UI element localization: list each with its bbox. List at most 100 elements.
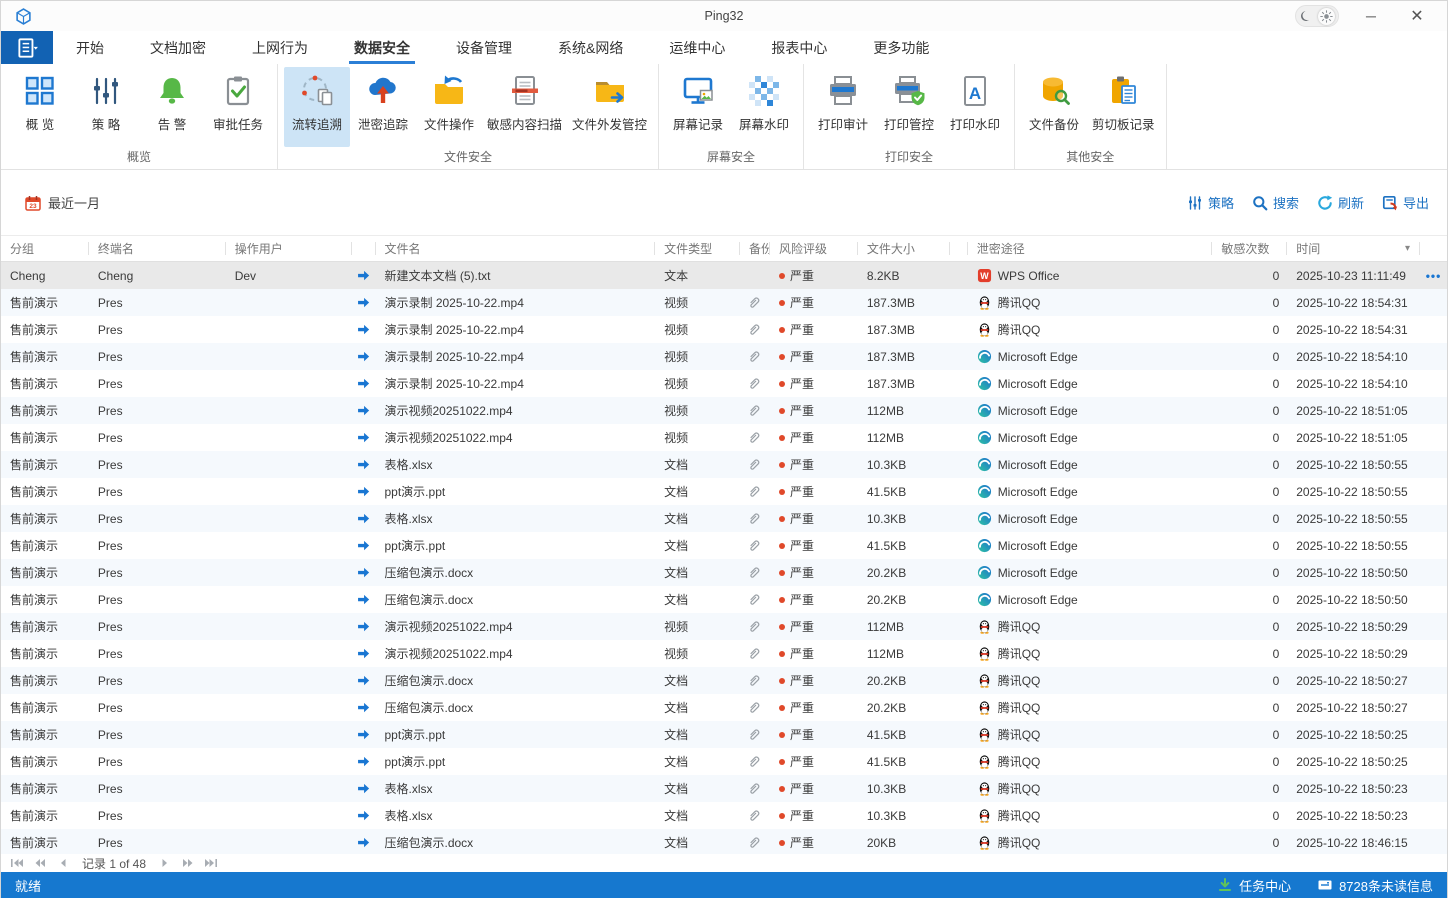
table-row[interactable]: 售前演示 Pres ppt演示.ppt 文档 严重 41.5KB 腾讯QQ 0 2025-10-…	[1, 748, 1447, 775]
cell-group: 售前演示	[10, 485, 59, 499]
ribbon-button-file-outgoing-control[interactable]: 文件外发管控	[567, 67, 652, 147]
risk-label: 严重	[789, 647, 814, 661]
ribbon-button-file-backup[interactable]: 文件备份	[1021, 67, 1087, 147]
column-header-user[interactable]: 操作用户	[226, 236, 352, 261]
tab-system-network[interactable]: 系统&网络	[535, 31, 646, 64]
nav-prev-button[interactable]	[55, 857, 71, 869]
close-button[interactable]: ✕	[1403, 5, 1431, 27]
filter-bar: 最近一月 策略 搜索 刷新 导出	[1, 170, 1447, 235]
theme-toggle[interactable]	[1295, 5, 1339, 27]
cell-risk: 严重	[770, 289, 858, 316]
column-header-count[interactable]: 敏感次数	[1212, 236, 1288, 261]
date-range-filter[interactable]: 最近一月	[25, 193, 100, 212]
unread-messages-button[interactable]: 8728条未读信息	[1317, 876, 1433, 895]
row-more-button[interactable]: •••	[1426, 269, 1442, 283]
cell-size: 187.3MB	[866, 349, 915, 364]
tab-data-security[interactable]: 数据安全	[331, 31, 433, 64]
table-row[interactable]: 售前演示 Pres 压缩包演示.docx 文档 严重 20.2KB 腾讯QQ 0 2025-10…	[1, 694, 1447, 721]
tab-internet-behavior[interactable]: 上网行为	[229, 31, 331, 64]
filter-action-policy[interactable]: 策略	[1187, 193, 1234, 212]
table-row[interactable]: 售前演示 Pres 压缩包演示.docx 文档 严重 20KB 腾讯QQ 0 2025-10-2…	[1, 829, 1447, 854]
tab-more-features[interactable]: 更多功能	[850, 31, 952, 64]
ribbon-button-print-audit[interactable]: 打印审计	[810, 67, 876, 147]
column-header-group[interactable]: 分组	[1, 236, 89, 261]
file-menu-button[interactable]	[1, 31, 53, 64]
nav-first-page-button[interactable]	[9, 857, 25, 869]
task-center-button[interactable]: 任务中心	[1217, 876, 1291, 895]
column-header-file[interactable]: 文件名	[376, 236, 656, 261]
table-row[interactable]: 售前演示 Pres 演示录制 2025-10-22.mp4 视频 严重 187.3MB 腾讯…	[1, 316, 1447, 343]
table-row[interactable]: 售前演示 Pres 表格.xlsx 文档 严重 10.3KB 腾讯QQ 0 2025-10-22…	[1, 775, 1447, 802]
cell-group: 售前演示	[10, 674, 59, 688]
table-row[interactable]: 售前演示 Pres 演示录制 2025-10-22.mp4 视频 严重 187.3MB Mi…	[1, 370, 1447, 397]
table-row[interactable]: 售前演示 Pres 压缩包演示.docx 文档 严重 20.2KB 腾讯QQ 0 2025-10…	[1, 667, 1447, 694]
ribbon-button-print-control[interactable]: 打印管控	[876, 67, 942, 147]
table-row[interactable]: 售前演示 Pres 演示录制 2025-10-22.mp4 视频 严重 187.3MB 腾讯…	[1, 289, 1447, 316]
risk-label: 严重	[789, 458, 814, 472]
column-header-time[interactable]: 时间 ▾	[1287, 236, 1420, 261]
filter-action-export[interactable]: 导出	[1382, 193, 1429, 212]
table-row[interactable]: Cheng Cheng Dev 新建文本文档 (5).txt 文本 严重 8.2KB WPS …	[1, 262, 1447, 289]
ribbon-button-flow-trace[interactable]: 流转追溯	[284, 67, 350, 147]
tab-doc-encryption[interactable]: 文档加密	[127, 31, 229, 64]
tab-start[interactable]: 开始	[53, 31, 127, 64]
column-header-size[interactable]: 文件大小	[858, 236, 950, 261]
cell-arrow	[352, 802, 376, 829]
ribbon-button-screen-watermark[interactable]: 屏幕水印	[731, 67, 797, 147]
filter-action-refresh[interactable]: 刷新	[1317, 193, 1364, 212]
minimize-button[interactable]: ─	[1357, 5, 1385, 27]
table-row[interactable]: 售前演示 Pres 表格.xlsx 文档 严重 10.3KB Microsoft Edge 0…	[1, 505, 1447, 532]
ribbon-button-approval-tasks[interactable]: 审批任务	[205, 67, 271, 147]
cell-more	[1420, 451, 1447, 478]
ribbon-button-screen-record[interactable]: 屏幕记录	[665, 67, 731, 147]
table-row[interactable]: 售前演示 Pres 演示视频20251022.mp4 视频 严重 112MB 腾讯QQ 0 20…	[1, 613, 1447, 640]
forward-arrow-icon	[356, 349, 371, 364]
table-row[interactable]: 售前演示 Pres ppt演示.ppt 文档 严重 41.5KB 腾讯QQ 0 2025-10-…	[1, 721, 1447, 748]
nav-last-page-button[interactable]	[203, 857, 219, 869]
table-row[interactable]: 售前演示 Pres 演示视频20251022.mp4 视频 严重 112MB 腾讯QQ 0 20…	[1, 640, 1447, 667]
paperclip-icon	[747, 646, 762, 661]
tab-device-management[interactable]: 设备管理	[433, 31, 535, 64]
column-header-backup[interactable]: 备份	[740, 236, 770, 261]
cell-risk: 严重	[770, 370, 858, 397]
ribbon-button-overview[interactable]: 概 览	[7, 67, 73, 147]
table-row[interactable]: 售前演示 Pres 演示视频20251022.mp4 视频 严重 112MB Microso…	[1, 424, 1447, 451]
table-row[interactable]: 售前演示 Pres 压缩包演示.docx 文档 严重 20.2KB Microsoft Ed…	[1, 586, 1447, 613]
table-row[interactable]: 售前演示 Pres ppt演示.ppt 文档 严重 41.5KB Microsoft Edg…	[1, 478, 1447, 505]
ribbon-button-policy[interactable]: 策 略	[73, 67, 139, 147]
column-header-risk[interactable]: 风险评级	[770, 236, 858, 261]
tab-label: 文档加密	[150, 39, 206, 56]
column-header-channel[interactable]: 泄密途径	[968, 236, 1213, 261]
table-row[interactable]: 售前演示 Pres 演示录制 2025-10-22.mp4 视频 严重 187.3MB Mi…	[1, 343, 1447, 370]
ribbon-button-file-operations[interactable]: 文件操作	[416, 67, 482, 147]
filter-action-search[interactable]: 搜索	[1252, 193, 1299, 212]
table-row[interactable]: 售前演示 Pres 表格.xlsx 文档 严重 10.3KB 腾讯QQ 0 2025-10-22…	[1, 802, 1447, 829]
cell-file-name: 压缩包演示.docx	[384, 836, 474, 850]
tab-ops-center[interactable]: 运维中心	[646, 31, 748, 64]
cell-terminal: Pres	[97, 484, 123, 499]
sort-dropdown-icon[interactable]: ▾	[1405, 243, 1410, 254]
column-header-label: 操作用户	[234, 242, 283, 256]
ribbon-group-label: 其他安全	[1066, 150, 1115, 164]
ribbon-button-sensitive-content-scan[interactable]: 敏感内容扫描	[482, 67, 567, 147]
ribbon-button-leak-tracking[interactable]: 泄密追踪	[350, 67, 416, 147]
nav-fast-prev-button[interactable]	[32, 857, 48, 869]
ribbon-button-print-watermark[interactable]: 打印水印	[942, 67, 1008, 147]
ribbon-button-clipboard-record[interactable]: 剪切板记录	[1087, 67, 1160, 147]
cell-size: 187.3MB	[866, 322, 915, 337]
table-row[interactable]: 售前演示 Pres 表格.xlsx 文档 严重 10.3KB Microsoft Edge 0…	[1, 451, 1447, 478]
nav-fast-next-button[interactable]	[180, 857, 196, 869]
tab-report-center[interactable]: 报表中心	[748, 31, 850, 64]
table-row[interactable]: 售前演示 Pres 演示视频20251022.mp4 视频 严重 112MB Microso…	[1, 397, 1447, 424]
column-header-label: 文件名	[384, 242, 421, 256]
paperclip-icon	[747, 322, 762, 337]
ribbon-button-alerts[interactable]: 告 警	[139, 67, 205, 147]
table-row[interactable]: 售前演示 Pres 压缩包演示.docx 文档 严重 20.2KB Microsoft Ed…	[1, 559, 1447, 586]
column-header-type[interactable]: 文件类型	[655, 236, 740, 261]
table-row[interactable]: 售前演示 Pres ppt演示.ppt 文档 严重 41.5KB Microsoft Edg…	[1, 532, 1447, 559]
column-header-terminal[interactable]: 终端名	[89, 236, 226, 261]
cell-sensitive-count: 0	[1272, 376, 1280, 391]
risk-dot	[778, 353, 785, 360]
status-bar: 就绪 任务中心 8728条未读信息	[1, 872, 1447, 898]
nav-next-button[interactable]	[157, 857, 173, 869]
